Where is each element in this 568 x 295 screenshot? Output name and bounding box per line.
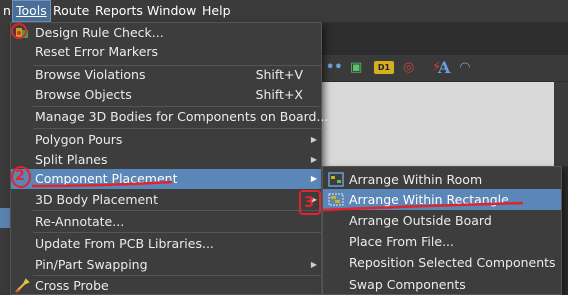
left-panel-strip <box>0 22 10 295</box>
toolbar-route-icon[interactable]: •• <box>326 60 343 76</box>
menu-item-label: Manage 3D Bodies for Components on Board… <box>35 109 329 124</box>
toolbar-drc-icon[interactable]: ◎ <box>403 60 414 76</box>
submenu-item-label: Arrange Within Rectangle <box>349 192 509 207</box>
menu-separator <box>33 210 321 211</box>
submenu-arrow-icon: ▶ <box>310 260 317 269</box>
menu-item-label: Update From PCB Libraries... <box>35 236 214 251</box>
toolbar-arc-icon[interactable]: ◠ <box>460 60 470 76</box>
tools-menu: Design Rule Check... Reset Error Markers… <box>10 22 328 295</box>
arrange-rectangle-icon <box>328 193 344 206</box>
left-panel-selected-segment <box>0 208 10 228</box>
cross-probe-icon <box>15 278 30 293</box>
menu-item-label: 3D Body Placement <box>35 192 159 207</box>
menu-separator <box>33 128 321 129</box>
menu-label: Route <box>53 3 90 18</box>
submenu-item-label: Arrange Within Room <box>349 172 483 187</box>
menu-item-label: Pin/Part Swapping <box>35 257 148 272</box>
menu-item-pin-part-swapping[interactable]: Pin/Part Swapping ▶ <box>11 255 321 275</box>
menu-item-polygon-pours[interactable]: Polygon Pours ▶ <box>11 130 321 150</box>
menu-item-label: Component Placement <box>35 171 178 186</box>
menu-separator <box>33 232 321 233</box>
menu-label: n <box>3 3 11 18</box>
menu-item-label: Polygon Pours <box>35 132 123 147</box>
menu-item-reset-error-markers[interactable]: Reset Error Markers <box>11 42 321 62</box>
menu-item-label: Split Planes <box>35 152 108 167</box>
menu-label: Tools <box>16 3 47 18</box>
menu-reports[interactable]: Reports <box>92 0 146 22</box>
menu-item-shortcut: Shift+V <box>255 67 303 82</box>
menu-item-3d-body-placement[interactable]: 3D Body Placement ▶ <box>11 190 321 210</box>
arrange-room-icon <box>328 172 344 187</box>
menu-item-shortcut: Shift+X <box>255 87 303 102</box>
submenu-item-arrange-within-room[interactable]: Arrange Within Room <box>323 169 561 190</box>
submenu-item-place-from-file[interactable]: Place From File... <box>323 231 561 252</box>
right-panel-strip <box>554 82 568 166</box>
toolbar-text-icon[interactable]: A <box>438 60 450 76</box>
toolbar-component-icon[interactable]: ▣ <box>350 60 362 76</box>
menu-route[interactable]: Route <box>50 0 92 22</box>
menu-tools[interactable]: Tools <box>12 0 51 22</box>
menu-item-re-annotate[interactable]: Re-Annotate... <box>11 212 321 232</box>
submenu-arrow-icon: ▶ <box>310 174 317 183</box>
menu-item-label: Design Rule Check... <box>35 25 164 40</box>
menubar: n Tools Route Reports Window Help <box>0 0 568 22</box>
submenu-item-label: Reposition Selected Components <box>349 255 556 270</box>
menu-help[interactable]: Help <box>199 0 234 22</box>
menu-window[interactable]: Window <box>144 0 199 22</box>
menu-item-label: Cross Probe <box>35 278 109 293</box>
menu-item-browse-violations[interactable]: Browse Violations Shift+V <box>11 65 321 85</box>
menu-item-update-from-pcb-libraries[interactable]: Update From PCB Libraries... <box>11 234 321 254</box>
submenu-arrow-icon: ▶ <box>310 195 317 204</box>
submenu-item-reposition-selected-components[interactable]: Reposition Selected Components <box>323 252 561 273</box>
submenu-arrow-icon: ▶ <box>310 155 317 164</box>
menu-item-manage-3d-bodies[interactable]: Manage 3D Bodies for Components on Board… <box>11 107 328 127</box>
menu-item-design-rule-check[interactable]: Design Rule Check... <box>11 23 321 43</box>
submenu-item-arrange-outside-board[interactable]: Arrange Outside Board <box>323 210 561 231</box>
component-placement-submenu: Arrange Within Room Arrange Within Recta… <box>322 166 562 295</box>
submenu-item-label: Place From File... <box>349 234 454 249</box>
toolbar-designator-icon[interactable]: D1 <box>374 61 394 74</box>
menu-item-browse-objects[interactable]: Browse Objects Shift+X <box>11 85 321 105</box>
submenu-item-swap-components[interactable]: Swap Components <box>323 274 561 295</box>
menu-label: Help <box>202 3 231 18</box>
menu-item-label: Reset Error Markers <box>35 44 159 59</box>
pcb-canvas[interactable] <box>322 82 554 166</box>
menu-item-label: Re-Annotate... <box>35 214 125 229</box>
menu-item-label: Browse Objects <box>35 87 132 102</box>
menu-item-label: Browse Violations <box>35 67 146 82</box>
menu-item-split-planes[interactable]: Split Planes ▶ <box>11 150 321 170</box>
drc-icon <box>16 28 28 38</box>
menu-label: Reports <box>95 3 143 18</box>
menu-label: Window <box>147 3 197 18</box>
submenu-item-label: Arrange Outside Board <box>349 213 492 228</box>
submenu-item-label: Swap Components <box>349 277 466 292</box>
submenu-arrow-icon: ▶ <box>310 135 317 144</box>
menu-item-cross-probe[interactable]: Cross Probe <box>11 276 321 295</box>
submenu-item-arrange-within-rectangle[interactable]: Arrange Within Rectangle <box>323 189 561 210</box>
menu-item-component-placement[interactable]: Component Placement ▶ <box>11 169 321 189</box>
